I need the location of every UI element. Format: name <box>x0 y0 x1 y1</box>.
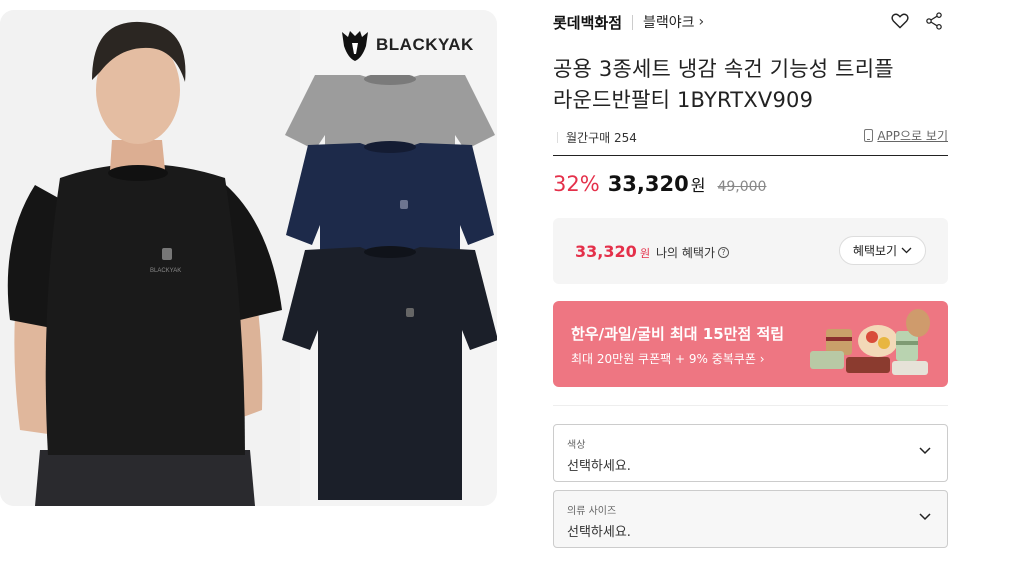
benefit-price: 33,320 <box>575 242 637 261</box>
chevron-down-icon <box>919 447 931 455</box>
original-price: 49,000 <box>717 179 767 195</box>
promo-subtext: 최대 20만원 쿠폰팩 + 9% 중복쿠폰 › <box>571 352 765 366</box>
view-benefits-button[interactable]: 혜택보기 <box>839 236 926 265</box>
share-icon[interactable] <box>924 11 944 31</box>
heart-icon[interactable] <box>890 11 910 31</box>
model-photo: BLACKYAK <box>0 10 300 506</box>
product-title-line2: 라운드반팔티 1BYRTXV909 <box>553 88 814 112</box>
color-select[interactable]: 색상 선택하세요. <box>553 424 948 482</box>
chevron-right-icon: › <box>698 14 705 30</box>
phone-icon <box>864 129 874 142</box>
info-icon[interactable]: ? <box>718 247 730 258</box>
app-view-link[interactable]: APP으로 보기 <box>864 127 948 144</box>
model-shirt-logo: BLACKYAK <box>150 268 181 274</box>
brand-logo: BLACKYAK <box>340 28 474 62</box>
monthly-sales-text: 월간구매 254 <box>566 131 637 145</box>
breadcrumb-divider <box>632 14 634 30</box>
price-row: 32% 33,320 원 49,000 <box>553 172 766 196</box>
color-select-label: 색상 <box>567 440 586 451</box>
price-currency: 원 <box>690 176 706 195</box>
discount-rate: 32% <box>553 172 600 196</box>
app-view-text: APP으로 보기 <box>877 129 948 143</box>
benefit-currency: 원 <box>640 247 651 260</box>
shirt-stack <box>282 75 497 500</box>
product-title-line1: 공용 3종세트 냉감 속건 기능성 트리플 <box>553 57 894 81</box>
product-title: 공용 3종세트 냉감 속건 기능성 트리플 라운드반팔티 1BYRTXV909 <box>553 54 948 116</box>
brand-logo-text: BLACKYAK <box>376 35 474 54</box>
product-meta: 월간구매 254 APP으로 보기 <box>553 127 948 156</box>
promo-headline: 한우/과일/굴비 최대 15만점 적립 <box>571 325 785 343</box>
yak-logo-icon <box>342 31 368 61</box>
brand-link[interactable]: 블랙야크 <box>643 12 695 32</box>
sale-price: 33,320 <box>607 172 689 196</box>
gift-set-image <box>810 309 930 375</box>
benefit-label: 나의 혜택가 ? <box>656 244 730 261</box>
product-image[interactable]: BLACKYAK BLACKYAK <box>0 10 497 506</box>
color-select-value: 선택하세요. <box>567 459 631 474</box>
size-select[interactable]: 의류 사이즈 선택하세요. <box>553 490 948 548</box>
promo-banner[interactable]: 한우/과일/굴비 최대 15만점 적립 최대 20만원 쿠폰팩 + 9% 중복쿠… <box>553 301 948 387</box>
benefit-label-text: 나의 혜택가 <box>656 246 716 260</box>
monthly-sales: 월간구매 254 <box>557 129 637 146</box>
size-select-label: 의류 사이즈 <box>567 506 617 517</box>
benefit-price-box: 33,320 원 나의 혜택가 ? 혜택보기 <box>553 218 948 284</box>
size-select-value: 선택하세요. <box>567 525 631 540</box>
chevron-down-icon <box>901 247 912 254</box>
store-name[interactable]: 롯데백화점 <box>553 12 622 33</box>
meta-divider <box>557 132 558 143</box>
section-divider <box>553 405 948 406</box>
view-benefits-label: 혜택보기 <box>852 244 898 258</box>
action-icons <box>890 11 944 31</box>
chevron-down-icon <box>919 513 931 521</box>
breadcrumb: 롯데백화점 블랙야크 › <box>553 11 948 33</box>
